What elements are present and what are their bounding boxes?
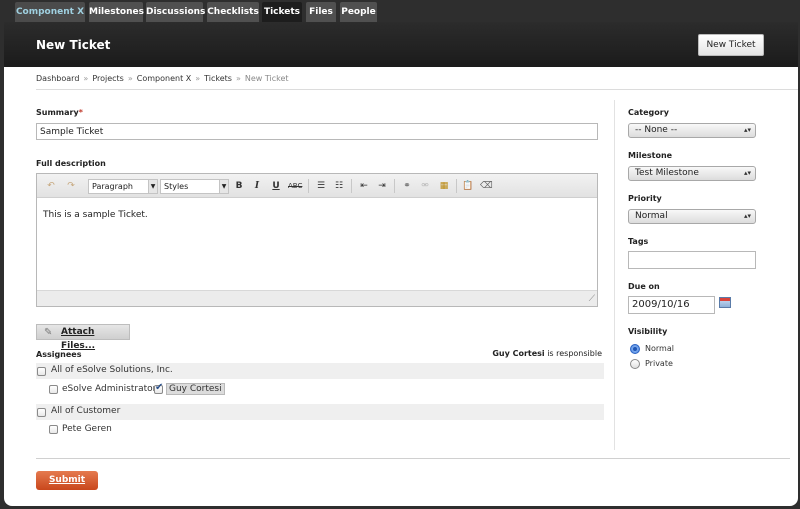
tab-discussions[interactable]: Discussions	[146, 2, 205, 22]
attach-files-button[interactable]: ✎ Attach Files...	[36, 324, 130, 351]
group-esolve-checkbox[interactable]	[37, 367, 46, 376]
undo-icon[interactable]: ↶	[45, 180, 57, 192]
priority-label: Priority	[628, 194, 662, 203]
page-title: New Ticket	[36, 38, 111, 52]
guy-cortesi-label: Guy Cortesi	[166, 383, 225, 395]
table-icon[interactable]: ▦	[438, 180, 450, 192]
assignee-group-row: All of Customer	[36, 404, 604, 420]
page-header: New Ticket New Ticket	[4, 22, 798, 67]
editor-toolbar: ↶ ↷ Paragraph ▼ Styles ▼ B I U ABC ☰ ☷ ⇤ ⇥…	[37, 174, 597, 198]
editor-statusbar: ⟋	[37, 290, 597, 306]
format-select[interactable]: Paragraph ▼	[88, 179, 158, 194]
esolve-admin-checkbox[interactable]	[49, 385, 58, 394]
pete-geren-checkbox[interactable]	[49, 425, 58, 434]
calendar-icon[interactable]	[719, 297, 731, 308]
guy-cortesi-checkbox[interactable]	[154, 382, 163, 394]
divider	[36, 89, 798, 90]
select-arrows-icon: ▴▾	[743, 169, 751, 177]
breadcrumb-dashboard[interactable]: Dashboard	[36, 74, 79, 83]
group-customer-checkbox[interactable]	[37, 408, 46, 417]
visibility-private-radio[interactable]	[630, 359, 640, 369]
priority-select[interactable]: Normal ▴▾	[628, 209, 756, 224]
tab-milestones[interactable]: Milestones	[89, 2, 144, 22]
tab-component-x[interactable]: Component X	[15, 2, 85, 22]
strikethrough-icon[interactable]: ABC	[288, 180, 302, 192]
category-select[interactable]: -- None -- ▴▾	[628, 123, 756, 138]
breadcrumb-current: New Ticket	[244, 74, 289, 83]
select-arrows-icon: ▴▾	[743, 126, 751, 134]
eraser-icon[interactable]: ⌫	[480, 180, 493, 192]
toolbar-divider	[308, 179, 309, 193]
toolbar-divider	[456, 179, 457, 193]
tab-checklists[interactable]: Checklists	[207, 2, 259, 22]
responsible-note: Guy Cortesi is responsible	[492, 349, 602, 358]
rich-text-editor: ↶ ↷ Paragraph ▼ Styles ▼ B I U ABC ☰ ☷ ⇤ ⇥…	[36, 173, 598, 307]
category-label: Category	[628, 108, 669, 117]
top-tab-bar: Component X Milestones Discussions Check…	[0, 0, 800, 22]
styles-select[interactable]: Styles ▼	[160, 179, 229, 194]
numbered-list-icon[interactable]: ☷	[333, 180, 345, 192]
visibility-normal-radio[interactable]	[630, 344, 640, 354]
visibility-normal-label: Normal	[645, 344, 674, 353]
select-arrows-icon: ▴▾	[743, 212, 751, 220]
resize-handle-icon[interactable]: ⟋	[589, 294, 595, 304]
breadcrumb-component-x[interactable]: Component X	[137, 74, 191, 83]
column-divider	[614, 100, 615, 450]
tab-tickets[interactable]: Tickets	[262, 2, 302, 22]
italic-icon[interactable]: I	[251, 180, 263, 192]
tags-label: Tags	[628, 237, 649, 246]
group-esolve-label: All of eSolve Solutions, Inc.	[51, 365, 173, 375]
summary-input[interactable]	[36, 123, 598, 140]
paste-icon[interactable]: 📋	[462, 180, 474, 192]
breadcrumb: Dashboard» Projects» Component X» Tickets» N…	[36, 74, 289, 83]
bold-icon[interactable]: B	[233, 180, 245, 192]
milestone-select[interactable]: Test Milestone ▴▾	[628, 166, 756, 181]
breadcrumb-tickets[interactable]: Tickets	[204, 74, 232, 83]
due-on-label: Due on	[628, 282, 660, 291]
visibility-private-label: Private	[645, 359, 673, 368]
esolve-admin-label: eSolve Administrator	[62, 384, 157, 394]
summary-label: Summary*	[36, 108, 83, 117]
link-icon[interactable]: ⚭	[401, 180, 413, 192]
redo-icon[interactable]: ↷	[65, 180, 77, 192]
editor-content[interactable]: This is a sample Ticket.	[43, 210, 148, 220]
tab-people[interactable]: People	[340, 2, 377, 22]
submit-button[interactable]: Submit	[36, 471, 98, 490]
new-ticket-button[interactable]: New Ticket	[698, 34, 764, 56]
tab-files[interactable]: Files	[306, 2, 336, 22]
toolbar-divider	[351, 179, 352, 193]
divider	[36, 458, 790, 459]
group-customer-label: All of Customer	[51, 406, 121, 416]
due-date-input[interactable]: 2009/10/16	[628, 296, 715, 314]
breadcrumb-projects[interactable]: Projects	[92, 74, 124, 83]
assignee-group-row: All of eSolve Solutions, Inc.	[36, 363, 604, 379]
indent-icon[interactable]: ⇥	[376, 180, 388, 192]
unlink-icon[interactable]: ⚮	[419, 180, 431, 192]
main-panel: Dashboard» Projects» Component X» Tickets» N…	[4, 67, 798, 506]
milestone-label: Milestone	[628, 151, 673, 160]
description-label: Full description	[36, 159, 106, 168]
toolbar-divider	[394, 179, 395, 193]
outdent-icon[interactable]: ⇤	[358, 180, 370, 192]
visibility-label: Visibility	[628, 327, 668, 336]
bullet-list-icon[interactable]: ☰	[315, 180, 327, 192]
paperclip-icon: ✎	[44, 327, 53, 338]
assignees-label: Assignees	[36, 350, 82, 359]
underline-icon[interactable]: U	[270, 180, 282, 192]
tags-input[interactable]	[628, 251, 756, 269]
pete-geren-label: Pete Geren	[62, 424, 112, 434]
